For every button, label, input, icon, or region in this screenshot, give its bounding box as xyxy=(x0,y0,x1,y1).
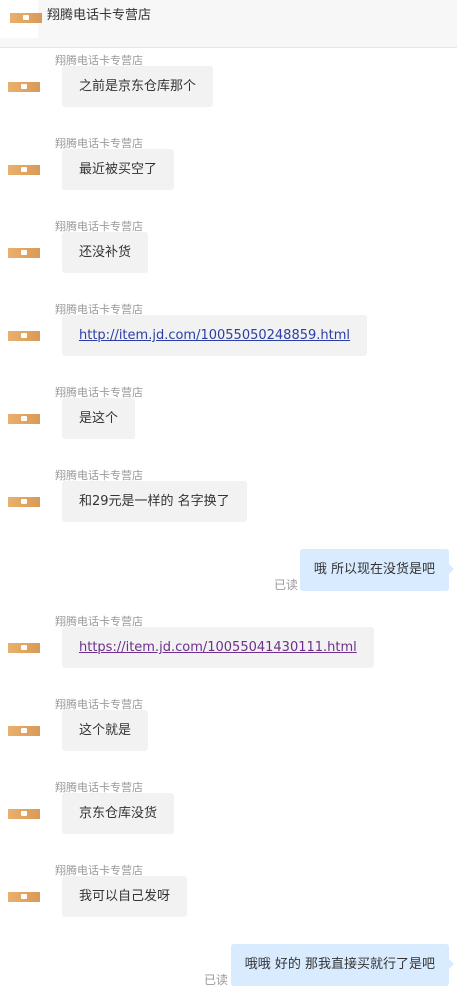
shop-icon xyxy=(8,809,40,819)
chat-header: 翔腾电话卡专营店 xyxy=(0,0,457,48)
message-bubble: https://item.jd.com/10055041430111.html xyxy=(62,627,374,668)
message-bubble: 之前是京东仓库那个 xyxy=(62,66,214,107)
message-bubble: 是这个 xyxy=(62,398,136,439)
shop-icon xyxy=(8,643,40,653)
message-bubble: 和29元是一样的 名字换了 xyxy=(62,481,247,522)
shop-avatar[interactable] xyxy=(0,0,42,38)
shop-icon xyxy=(8,331,40,341)
message-bubble: 还没补货 xyxy=(62,232,149,273)
shop-icon xyxy=(8,892,40,902)
message-outgoing: 哦 所以现在没货是吧 xyxy=(299,549,455,591)
chat-title: 翔腾电话卡专营店 xyxy=(47,8,152,23)
shop-icon xyxy=(8,248,40,258)
message-outgoing: 哦哦 好的 那我直接买就行了是吧 xyxy=(230,944,455,986)
shop-icon xyxy=(8,82,40,92)
message-incoming: 翔腾电话卡专营店 https://item.jd.com/10055041430… xyxy=(0,613,457,675)
message-bubble: 最近被买空了 xyxy=(62,149,175,190)
shop-icon xyxy=(8,497,40,507)
message-incoming: 翔腾电话卡专营店 还没补货 xyxy=(0,218,457,280)
product-link[interactable]: http://item.jd.com/10055050248859.html xyxy=(79,328,350,343)
message-bubble: 京东仓库没货 xyxy=(62,793,175,834)
read-status: 已读 xyxy=(204,973,229,987)
shop-icon xyxy=(10,13,42,23)
message-incoming: 翔腾电话卡专营店 是这个 xyxy=(0,384,457,446)
shop-icon xyxy=(8,726,40,736)
message-incoming: 翔腾电话卡专营店 京东仓库没货 xyxy=(0,779,457,841)
message-incoming: 翔腾电话卡专营店 我可以自己发呀 xyxy=(0,862,457,924)
message-bubble: 这个就是 xyxy=(62,710,149,751)
message-incoming: 翔腾电话卡专营店 http://item.jd.com/100550502488… xyxy=(0,301,457,363)
message-incoming: 翔腾电话卡专营店 这个就是 xyxy=(0,696,457,758)
read-status: 已读 xyxy=(274,578,299,592)
message-incoming: 翔腾电话卡专营店 之前是京东仓库那个 xyxy=(0,52,457,114)
message-bubble: 我可以自己发呀 xyxy=(62,876,188,917)
shop-icon xyxy=(8,414,40,424)
message-bubble: http://item.jd.com/10055050248859.html xyxy=(62,315,368,356)
message-incoming: 翔腾电话卡专营店 最近被买空了 xyxy=(0,135,457,197)
message-incoming: 翔腾电话卡专营店 和29元是一样的 名字换了 xyxy=(0,467,457,529)
shop-icon xyxy=(8,165,40,175)
product-link[interactable]: https://item.jd.com/10055041430111.html xyxy=(79,640,357,655)
